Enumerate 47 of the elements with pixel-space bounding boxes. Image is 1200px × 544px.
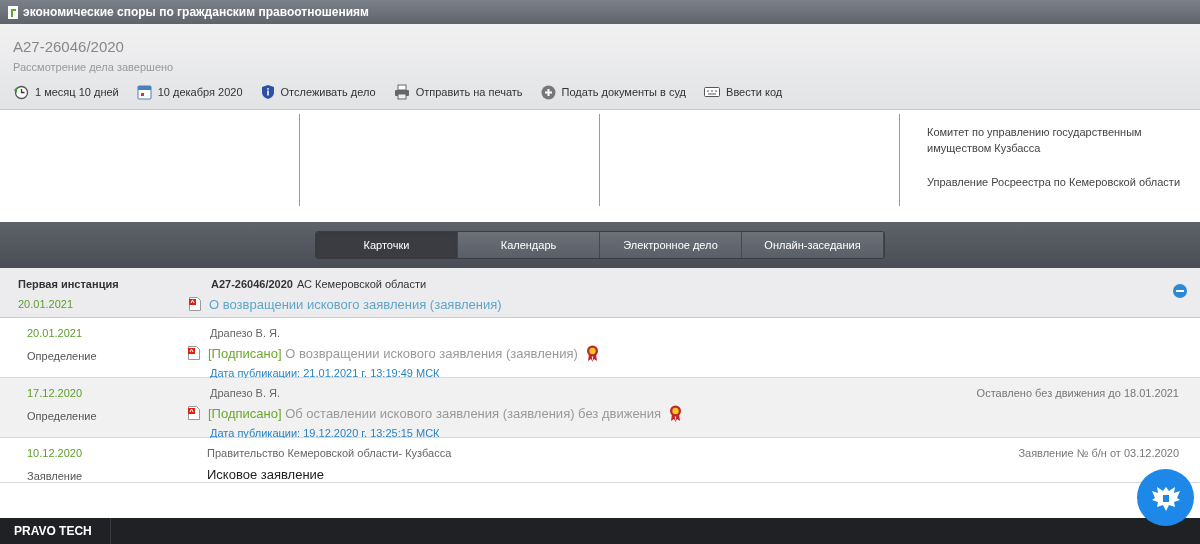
toolbar-button[interactable]: Отправить на печать bbox=[393, 84, 523, 101]
event-author: Драпезо В. Я. bbox=[210, 326, 281, 341]
participant-name: Управление Росреестра по Кемеровской области bbox=[927, 175, 1182, 190]
event-type: Заявление bbox=[27, 468, 83, 484]
document-icon bbox=[8, 5, 18, 19]
event-date: 20.01.2021 bbox=[27, 326, 83, 341]
participant-name: Комитет по управлению государственным имуществом Кузбасса bbox=[927, 125, 1143, 156]
window-title: экономические споры по гражданским правоотношениям bbox=[23, 4, 369, 21]
shield-icon bbox=[260, 84, 275, 101]
case-number: А27-26046/2020 bbox=[13, 38, 124, 56]
tab[interactable]: Электронное дело bbox=[600, 232, 742, 258]
toolbar-button[interactable]: 10 декабря 2020 bbox=[136, 84, 243, 101]
pdf-icon[interactable] bbox=[188, 346, 200, 361]
pdf-icon[interactable] bbox=[188, 406, 200, 421]
event-note: Оставлено без движения до 18.01.2021 bbox=[976, 386, 1179, 401]
court-name: АС Кемеровской области bbox=[296, 277, 427, 292]
instance-date: 20.01.2021 bbox=[18, 296, 74, 312]
keyboard-icon bbox=[704, 87, 721, 98]
printer-icon bbox=[393, 84, 410, 101]
tab[interactable]: Онлайн-заседания bbox=[742, 232, 884, 258]
pdf-icon[interactable] bbox=[189, 297, 201, 312]
event-type: Определение bbox=[27, 408, 97, 424]
toolbar-button[interactable]: Ввести код bbox=[704, 84, 783, 101]
toolbar-button[interactable]: Отслеживать дело bbox=[260, 84, 376, 101]
tab[interactable]: Календарь bbox=[458, 232, 600, 258]
publication-date: Дата публикации: 19.12.2020 г. 13:25:15 МСК bbox=[210, 426, 440, 441]
event-author: Драпезо В. Я. bbox=[210, 386, 281, 401]
award-icon bbox=[585, 344, 599, 362]
case-number-link[interactable]: А27-26046/2020 bbox=[211, 276, 293, 293]
instance-name: Первая инстанция bbox=[18, 277, 119, 292]
footer-brand[interactable]: PRAVO TECH bbox=[0, 518, 111, 544]
case-status: Рассмотрение дела завершено bbox=[13, 60, 174, 74]
event-author: Правительство Кемеровской области- Кузбасса bbox=[207, 446, 452, 461]
document-title: Исковое заявление bbox=[207, 465, 325, 484]
toolbar-button[interactable]: 1 месяц 10 дней bbox=[13, 84, 119, 101]
clock-icon bbox=[13, 84, 29, 101]
event-date: 10.12.2020 bbox=[27, 446, 83, 461]
calendar-icon bbox=[136, 84, 152, 101]
toolbar-button[interactable]: Подать документы в суд bbox=[540, 84, 687, 101]
event-type: Определение bbox=[27, 348, 97, 364]
event-note: Заявление № б/н от 03.12.2020 bbox=[1018, 446, 1179, 461]
publication-date: Дата публикации: 21.01.2021 г. 13:19:49 МСК bbox=[210, 366, 440, 381]
event-date: 17.12.2020 bbox=[27, 386, 83, 401]
tab[interactable]: Карточки bbox=[316, 232, 458, 258]
collapse-button[interactable] bbox=[1173, 284, 1187, 298]
award-icon bbox=[669, 404, 683, 422]
plus-circle-icon bbox=[540, 84, 556, 100]
